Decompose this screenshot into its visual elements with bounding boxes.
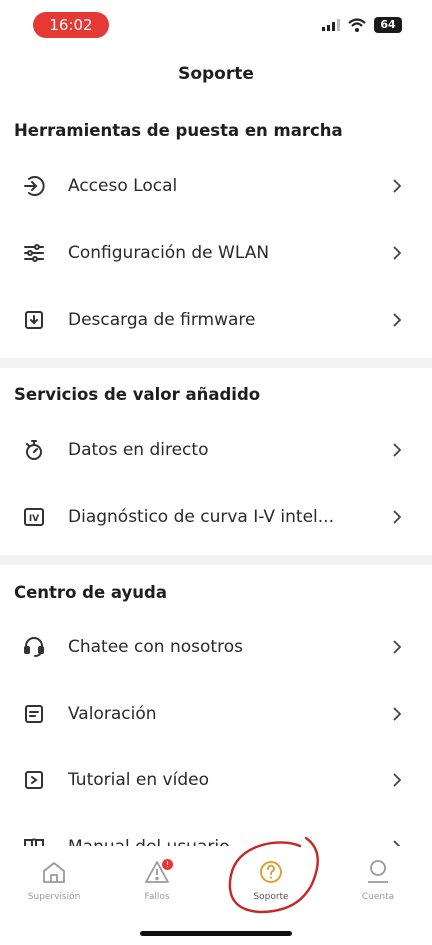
row-descarga-firmware[interactable]: Descarga de firmware bbox=[0, 290, 432, 350]
page-title: Soporte bbox=[178, 64, 254, 84]
section-divider bbox=[0, 358, 432, 368]
chevron-right-icon bbox=[393, 179, 402, 193]
row-label: Acceso Local bbox=[68, 176, 178, 196]
row-diagnostico-iv[interactable]: IV Diagnóstico de curva I-V intel... bbox=[0, 487, 432, 547]
tab-cuenta[interactable]: Cuenta bbox=[338, 858, 418, 902]
chevron-right-icon bbox=[393, 246, 402, 260]
section-title-help: Centro de ayuda bbox=[14, 583, 167, 602]
row-valoracion[interactable]: Valoración bbox=[0, 684, 432, 744]
chevron-right-icon bbox=[393, 313, 402, 327]
chevron-right-icon bbox=[393, 640, 402, 654]
status-icons: 64 bbox=[322, 17, 402, 33]
login-arrow-icon bbox=[22, 174, 46, 198]
battery-icon: 64 bbox=[374, 17, 402, 33]
fallos-badge: ! bbox=[162, 859, 173, 870]
tab-label: Cuenta bbox=[361, 892, 395, 902]
tab-label: Supervisión bbox=[27, 892, 81, 902]
section-title-services: Servicios de valor añadido bbox=[14, 385, 261, 404]
row-label: Chatee con nosotros bbox=[68, 637, 243, 657]
status-bar: 16:02 64 bbox=[0, 0, 432, 50]
tab-supervision[interactable]: Supervisión bbox=[14, 858, 94, 902]
headset-icon bbox=[22, 635, 46, 659]
user-icon bbox=[368, 860, 388, 883]
row-label: Descarga de firmware bbox=[68, 310, 256, 330]
iv-curve-icon: IV bbox=[22, 505, 46, 529]
feedback-icon bbox=[22, 702, 46, 726]
section-divider bbox=[0, 555, 432, 565]
tab-fallos[interactable]: ! Fallos bbox=[117, 858, 197, 902]
status-time: 16:02 bbox=[33, 12, 109, 38]
home-indicator bbox=[140, 931, 292, 936]
row-label: Datos en directo bbox=[68, 440, 209, 460]
section-title-tools: Herramientas de puesta en marcha bbox=[14, 121, 343, 140]
video-icon bbox=[22, 768, 46, 792]
signal-icon bbox=[322, 19, 340, 31]
row-label: Tutorial en vídeo bbox=[68, 770, 209, 790]
row-label: Configuración de WLAN bbox=[68, 243, 270, 263]
row-label: Diagnóstico de curva I-V intel... bbox=[68, 507, 334, 527]
row-datos-directo[interactable]: Datos en directo bbox=[0, 420, 432, 480]
stopwatch-icon bbox=[22, 438, 46, 462]
chevron-right-icon bbox=[393, 443, 402, 457]
home-icon bbox=[43, 862, 65, 883]
chevron-right-icon bbox=[393, 707, 402, 721]
row-acceso-local[interactable]: Acceso Local bbox=[0, 156, 432, 216]
wifi-icon bbox=[348, 18, 366, 32]
chevron-right-icon bbox=[393, 773, 402, 787]
row-config-wlan[interactable]: Configuración de WLAN bbox=[0, 223, 432, 283]
row-label: Valoración bbox=[68, 704, 157, 724]
svg-text:IV: IV bbox=[29, 514, 39, 524]
sliders-icon bbox=[22, 241, 46, 265]
chevron-right-icon bbox=[393, 510, 402, 524]
annotation-circle bbox=[228, 836, 319, 914]
row-tutorial-video[interactable]: Tutorial en vídeo bbox=[0, 750, 432, 810]
tab-label: Fallos bbox=[144, 892, 170, 902]
download-box-icon bbox=[22, 308, 46, 332]
row-chatee[interactable]: Chatee con nosotros bbox=[0, 617, 432, 677]
